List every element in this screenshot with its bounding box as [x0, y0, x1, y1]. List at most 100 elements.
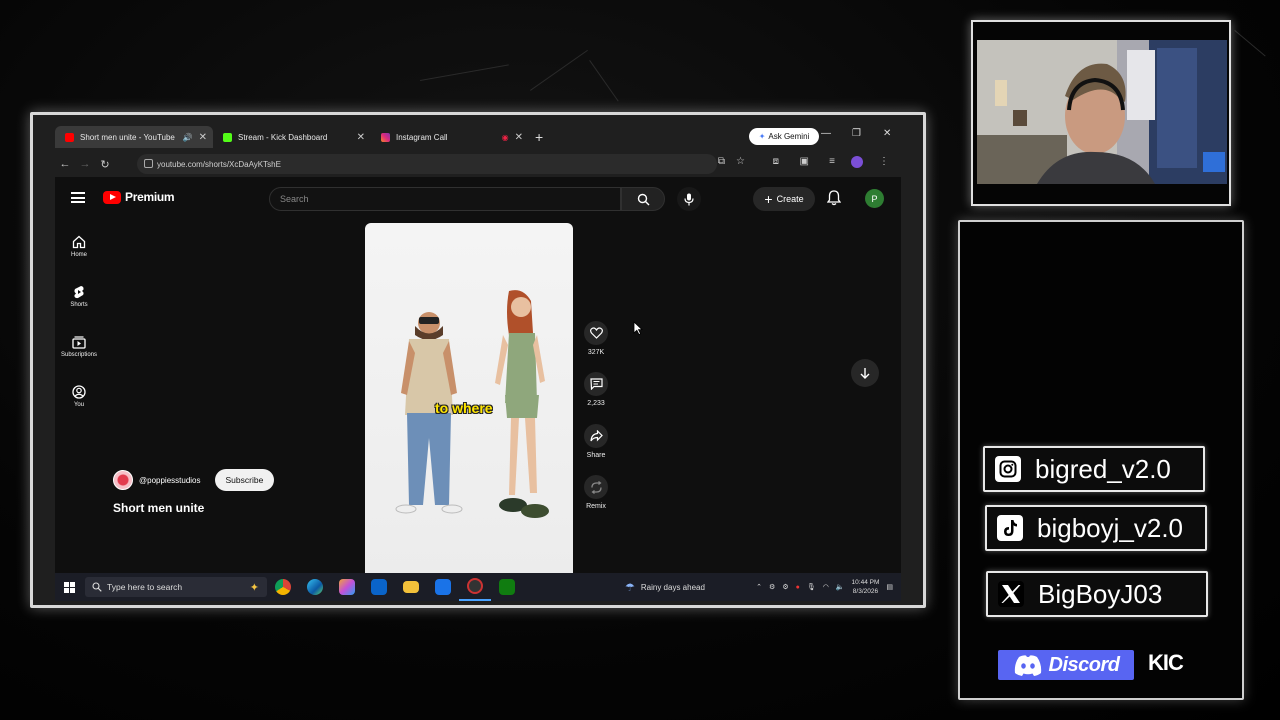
tab-instagram[interactable]: Instagram Call ◉ ✕	[371, 126, 529, 148]
share-button[interactable]: Share	[581, 424, 611, 459]
comments-button[interactable]: 2,233	[581, 372, 611, 407]
taskbar-edge[interactable]	[299, 579, 331, 595]
channel-avatar[interactable]	[113, 470, 133, 490]
next-short-button[interactable]	[851, 359, 879, 387]
close-tab-icon[interactable]: ✕	[357, 132, 365, 143]
social-tiktok: bigboyj_v2.0	[985, 505, 1207, 551]
taskbar-chrome[interactable]	[267, 579, 299, 595]
plus-icon: +	[764, 191, 773, 207]
home-icon	[72, 235, 86, 249]
reading-list-icon[interactable]: ≡	[829, 156, 835, 167]
windows-taskbar: Type here to search ✦ ☂ Rainy days ahead…	[55, 573, 901, 601]
kick-favicon-icon	[223, 132, 232, 142]
social-x: BigBoyJ03	[986, 571, 1208, 617]
close-tab-icon[interactable]: ✕	[199, 132, 207, 143]
sidebar-label: You	[73, 402, 85, 408]
site-info-icon[interactable]	[144, 159, 153, 168]
xbox-icon	[499, 579, 515, 595]
tab-title: Short men unite - YouTube	[80, 132, 175, 142]
search-button[interactable]	[621, 187, 665, 211]
taskbar-search-placeholder: Type here to search	[107, 582, 183, 592]
reload-icon[interactable]: ↻	[95, 158, 115, 171]
sidebar-item-you[interactable]: You	[57, 385, 101, 408]
short-video-player[interactable]: to where	[365, 223, 573, 585]
restore-icon[interactable]: ❐	[852, 128, 861, 139]
search-input[interactable]: Search	[269, 187, 621, 211]
tray-record-icon[interactable]: ●	[796, 584, 800, 591]
sidebar-item-shorts[interactable]: Shorts	[57, 285, 101, 308]
microphone-icon	[684, 193, 694, 205]
voice-search-button[interactable]	[677, 187, 701, 211]
subscribe-label: Subscribe	[225, 475, 264, 485]
chrome-icon	[275, 579, 291, 595]
weather-text: Rainy days ahead	[640, 582, 705, 592]
close-window-icon[interactable]: ✕	[883, 128, 891, 139]
subscribe-button[interactable]: Subscribe	[214, 469, 275, 491]
taskbar-outlook[interactable]	[363, 579, 395, 595]
social-instagram: bigred_v2.0	[983, 446, 1205, 492]
account-avatar[interactable]: P	[865, 189, 884, 208]
wifi-icon[interactable]: ◠	[823, 583, 829, 591]
share-icon	[589, 430, 603, 442]
sidebar-label: Shorts	[70, 302, 88, 308]
youtube-logo[interactable]: Premium	[103, 190, 175, 204]
notifications-bell-icon[interactable]	[827, 190, 841, 206]
mouse-cursor-icon	[633, 321, 643, 335]
tray-app-icon[interactable]: ⚙	[782, 583, 788, 591]
youtube-brand-label: Premium	[125, 190, 175, 204]
tab-kick[interactable]: Stream - Kick Dashboard ✕	[213, 126, 371, 148]
sidebar-item-subscriptions[interactable]: Subscriptions	[57, 335, 101, 358]
new-tab-icon[interactable]: +	[535, 129, 543, 145]
split-view-icon[interactable]: ▣	[800, 156, 809, 167]
hamburger-menu-icon[interactable]	[71, 192, 85, 203]
taskbar-store[interactable]	[427, 579, 459, 595]
weather-widget[interactable]: ☂ Rainy days ahead	[625, 573, 705, 601]
ask-gemini-button[interactable]: ✦ Ask Gemini	[749, 128, 819, 145]
webcam-image	[977, 40, 1227, 184]
notifications-icon[interactable]: ▤	[886, 583, 893, 591]
clock[interactable]: 10:44 PM 8/3/2026	[852, 578, 880, 596]
bookmark-star-icon[interactable]: ☆	[736, 156, 745, 167]
woman-figure	[495, 290, 549, 518]
outlook-icon	[371, 579, 387, 595]
close-tab-icon[interactable]: ✕	[515, 132, 523, 143]
show-hidden-icons-icon[interactable]: ⌃	[756, 583, 762, 591]
avatar-letter: P	[871, 193, 878, 204]
taskbar-xbox[interactable]	[491, 579, 523, 595]
like-count: 327K	[587, 349, 605, 356]
url-field[interactable]: youtube.com/shorts/XcDaAyKTshE	[137, 154, 717, 174]
tab-youtube[interactable]: Short men unite - YouTube 🔊 ✕	[55, 126, 213, 148]
sidebar-label: Subscriptions	[60, 352, 98, 358]
short-title[interactable]: Short men unite	[113, 501, 204, 515]
minimize-icon[interactable]: —	[821, 128, 831, 139]
forward-icon[interactable]: →	[75, 158, 95, 170]
taskbar-explorer[interactable]	[395, 581, 427, 593]
browser-window: Short men unite - YouTube 🔊 ✕ Stream - K…	[30, 112, 926, 608]
copilot-sparkle-icon: ✦	[249, 581, 259, 594]
tray-app-icon[interactable]: ⚙	[769, 583, 775, 591]
channel-name[interactable]: @poppiesstudios	[139, 476, 201, 485]
channel-row: @poppiesstudios Subscribe	[113, 469, 275, 491]
video-caption: to where	[435, 400, 493, 416]
extensions-icon[interactable]: ⧈	[773, 156, 779, 167]
taskbar-obs[interactable]	[459, 573, 491, 601]
install-icon[interactable]: ⧉	[718, 156, 725, 167]
clock-time: 10:44 PM	[851, 579, 880, 586]
discord-label: Discord	[1048, 653, 1120, 676]
speaker-icon[interactable]: 🔊	[183, 133, 193, 142]
taskbar-copilot[interactable]	[331, 579, 363, 595]
remix-button[interactable]: Remix	[581, 475, 611, 510]
volume-icon[interactable]: 🔈	[836, 583, 845, 591]
sidebar-item-home[interactable]: Home	[57, 235, 101, 258]
microphone-icon[interactable]: 🎙	[807, 583, 816, 591]
back-icon[interactable]: ←	[55, 158, 75, 170]
menu-kebab-icon[interactable]: ⋮	[879, 156, 889, 167]
create-button[interactable]: + Create	[753, 187, 815, 211]
like-button[interactable]: 327K	[581, 321, 611, 356]
profile-extension-icon[interactable]	[851, 156, 863, 168]
stream-overlay: Short men unite - YouTube 🔊 ✕ Stream - K…	[0, 0, 1280, 720]
start-button[interactable]	[55, 581, 83, 593]
background-line	[530, 49, 588, 91]
search-icon	[637, 193, 649, 205]
taskbar-search-input[interactable]: Type here to search ✦	[85, 577, 267, 597]
